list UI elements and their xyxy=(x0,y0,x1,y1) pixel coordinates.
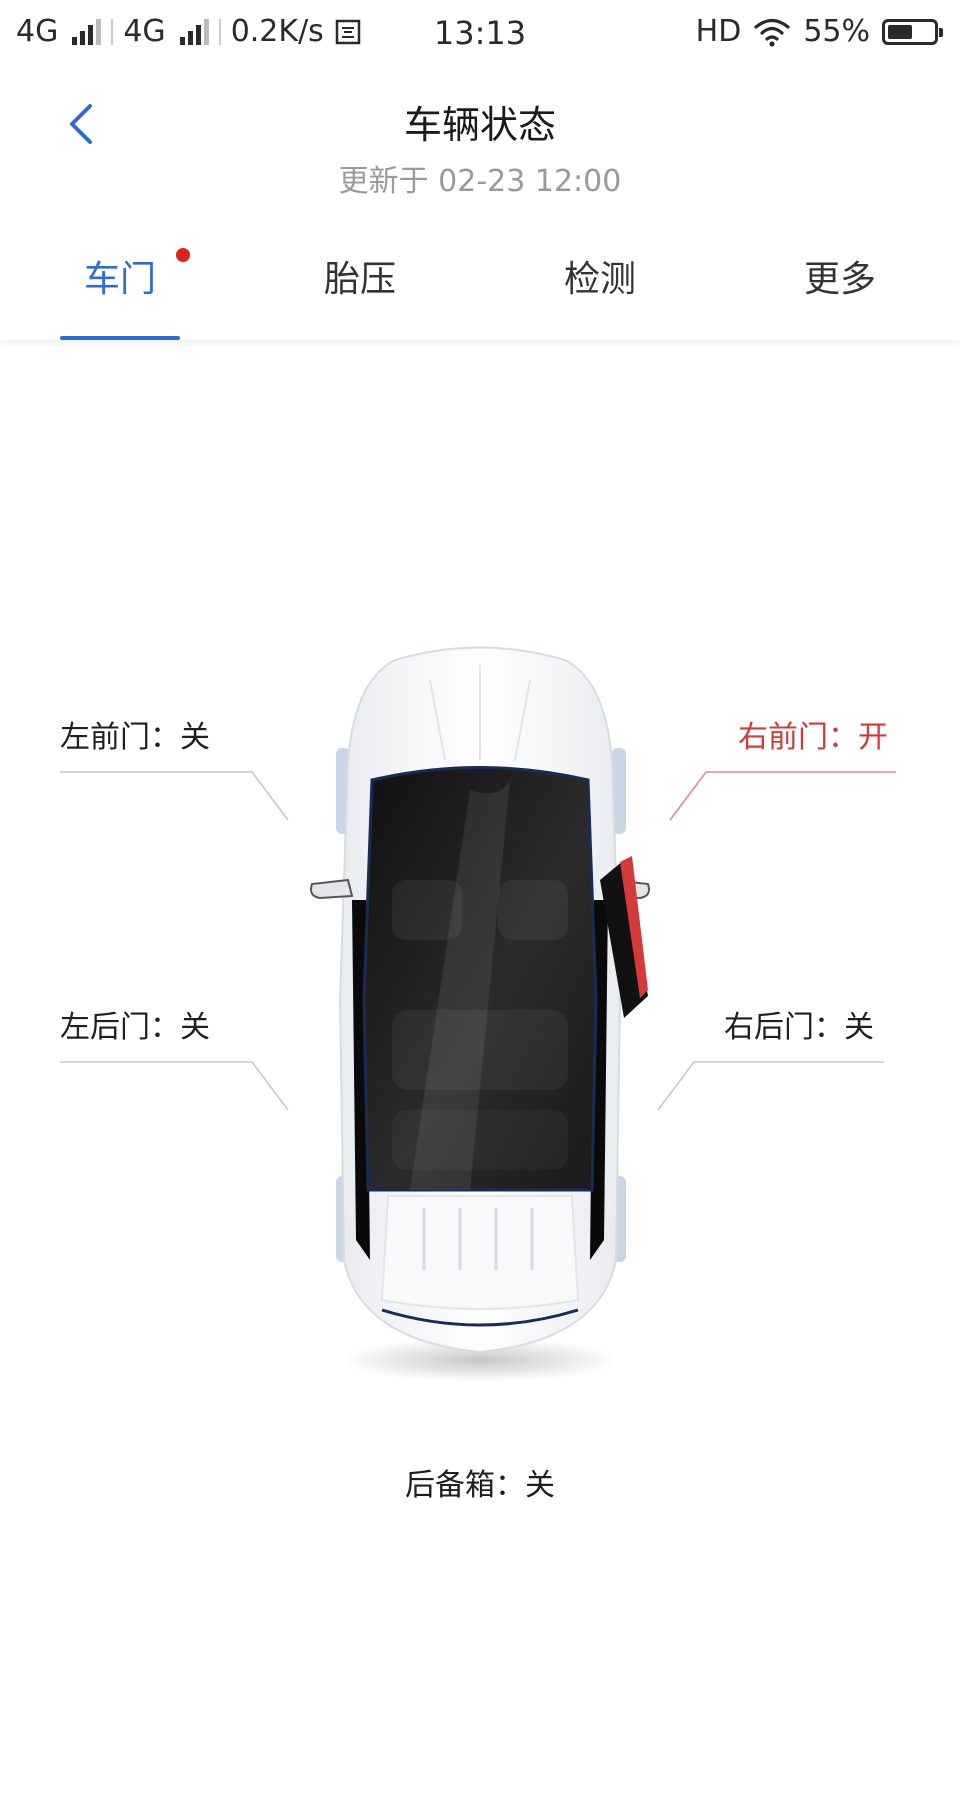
car-top-view xyxy=(310,646,650,1382)
trunk-status: 后备箱：关 xyxy=(405,1468,555,1503)
